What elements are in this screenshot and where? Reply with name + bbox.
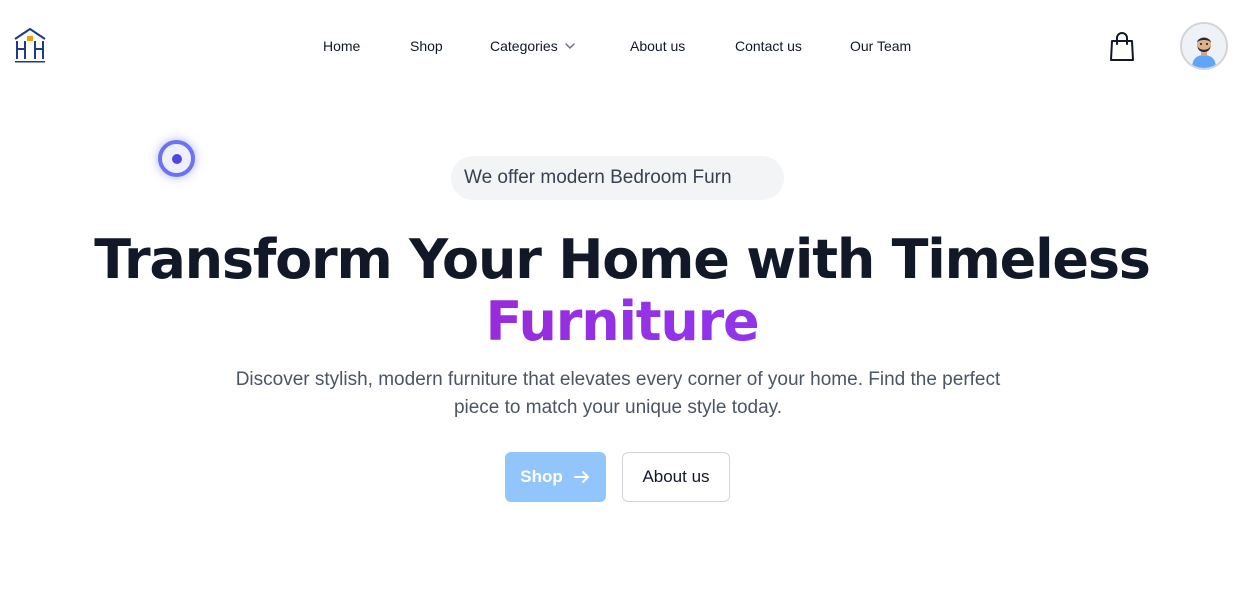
nav-categories-label: Categories <box>490 38 558 54</box>
status-indicator <box>158 140 195 177</box>
about-us-button[interactable]: About us <box>622 452 730 502</box>
shop-button-label: Shop <box>520 467 563 486</box>
user-avatar-icon <box>1182 24 1226 68</box>
avatar[interactable] <box>1180 22 1228 70</box>
navbar: Home Shop Categories About us Contact us… <box>0 0 1244 92</box>
hero-badge: We offer modern Bedroom Furn <box>451 156 784 200</box>
indicator-dot <box>172 154 182 164</box>
chevron-down-icon <box>564 43 575 50</box>
shopping-bag-icon <box>1110 32 1134 61</box>
arrow-right-icon <box>573 471 589 483</box>
hero-headline: Transform Your Home with Timeless <box>94 228 1151 291</box>
nav-categories[interactable]: Categories <box>490 38 576 54</box>
shop-button[interactable]: Shop <box>505 452 606 502</box>
nav-shop[interactable]: Shop <box>410 38 443 54</box>
nav-our-team[interactable]: Our Team <box>850 38 911 54</box>
nav-home[interactable]: Home <box>323 38 360 54</box>
hero-headline-accent: Furniture <box>0 292 1244 352</box>
hero-subtext: Discover stylish, modern furniture that … <box>235 369 1001 418</box>
cart-button[interactable] <box>1108 32 1136 62</box>
main-nav: Home Shop Categories About us Contact us… <box>0 38 1244 58</box>
nav-contact-us[interactable]: Contact us <box>735 38 802 54</box>
nav-about-us[interactable]: About us <box>630 38 685 54</box>
about-us-button-label: About us <box>642 467 710 486</box>
